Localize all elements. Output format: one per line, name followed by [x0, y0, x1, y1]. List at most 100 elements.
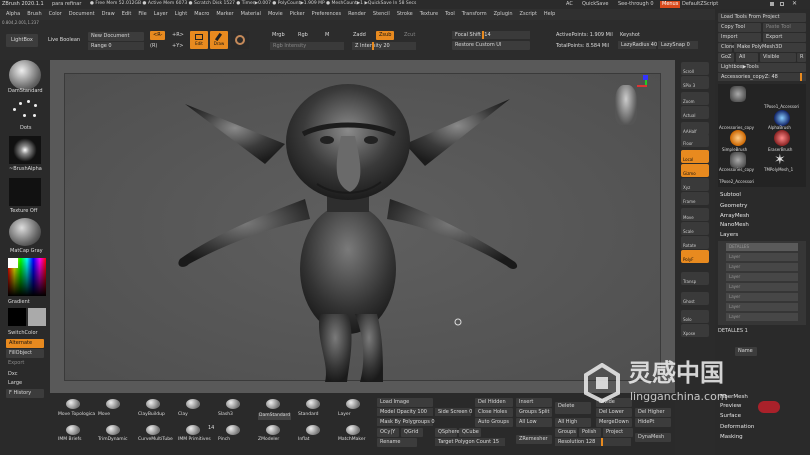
visible-button[interactable]: Visible [760, 53, 796, 62]
brush-icon[interactable] [266, 399, 280, 409]
menu-file[interactable]: File [138, 11, 146, 17]
menu-zscript[interactable]: Zscript [520, 11, 537, 17]
load-image-button[interactable]: Load Image [377, 398, 433, 407]
minimize-icon[interactable] [770, 2, 774, 6]
star-icon[interactable]: ✶ [774, 152, 790, 168]
shelf-ghost-button[interactable]: Ghost [681, 292, 709, 305]
brush-move-topologica[interactable]: Move Topologica [58, 412, 95, 418]
menu-brush[interactable]: Brush [27, 11, 41, 17]
zremesher-button[interactable]: ZRemesher [516, 435, 552, 444]
stroke-thumbnail[interactable] [9, 98, 41, 124]
dynamesh-button[interactable]: DynaMesh [635, 433, 671, 442]
alpha-thumbnail[interactable] [9, 136, 41, 164]
brush-icon[interactable] [146, 399, 160, 409]
layer-row[interactable]: Layer [726, 273, 798, 281]
brush-layer[interactable]: Layer [338, 412, 351, 418]
menu-movie[interactable]: Movie [268, 11, 283, 17]
ac-label[interactable]: AC [566, 2, 573, 7]
layers-section[interactable]: Layers [720, 232, 738, 239]
menu-layer[interactable]: Layer [154, 11, 168, 17]
brush-standard[interactable]: Standard [298, 412, 318, 418]
masking-section[interactable]: Masking [720, 434, 743, 441]
brush-claybuildup[interactable]: ClayBuildup [138, 412, 165, 418]
brush-pinch[interactable]: Pinch [218, 437, 230, 443]
range-slider[interactable]: Range 0 [88, 42, 144, 50]
brush-zmodeler[interactable]: ZModeler [258, 437, 279, 443]
keyshot-button[interactable]: Keyshot [620, 33, 640, 38]
shelf-frame-button[interactable]: Frame [681, 192, 709, 205]
hide-pt-button[interactable]: HidePt [635, 418, 671, 427]
shelf-actual-button[interactable]: Actual [681, 106, 709, 119]
close-holes-button[interactable]: Close Holes [475, 408, 513, 417]
y-plus-button[interactable]: +Y> [172, 44, 183, 49]
qsphere-button[interactable]: QSphere [435, 428, 460, 437]
menu-light[interactable]: Light [175, 11, 187, 17]
all-low-button[interactable]: All Low [516, 418, 552, 427]
qcube-button[interactable]: QCube [459, 428, 481, 437]
brush-inflat[interactable]: Inflat [298, 437, 310, 443]
shelf-move-button[interactable]: Move [681, 208, 709, 221]
insert-button[interactable]: Insert [516, 398, 552, 407]
menus-button[interactable]: Menus [660, 1, 681, 8]
subtool-section[interactable]: Subtool [720, 192, 741, 199]
menu-edit[interactable]: Edit [122, 11, 132, 17]
brush-icon[interactable] [266, 425, 280, 435]
brush-damstandard[interactable]: DamStandard [258, 413, 292, 420]
brush-icon[interactable] [346, 425, 360, 435]
shelf-local-button[interactable]: Local [681, 150, 709, 163]
focal-shift-slider[interactable]: Focal Shift -14 [452, 31, 530, 39]
export-tool-button[interactable]: Export [763, 33, 806, 42]
brush-move[interactable]: Move [98, 412, 110, 418]
geometry-section[interactable]: Geometry [720, 203, 747, 210]
polish-button[interactable]: Polish [579, 428, 601, 437]
zadd-button[interactable]: Zadd [353, 33, 366, 38]
layer-row[interactable]: Layer [726, 293, 798, 301]
brush-icon[interactable] [66, 425, 80, 435]
brush-imm-primitives[interactable]: IMM Primitives [178, 437, 211, 443]
axis-gizmo[interactable] [635, 75, 660, 100]
groups-split-button[interactable]: Groups Split [516, 408, 552, 417]
tool-thumb-simple[interactable] [730, 130, 746, 146]
shelf-xpose-button[interactable]: Xpose [681, 324, 709, 337]
menu-help[interactable]: Help [544, 11, 555, 17]
m-button[interactable]: M [325, 33, 329, 38]
copy-tool-button[interactable]: Copy Tool [718, 23, 761, 32]
goz-button[interactable]: GoZ [718, 53, 734, 62]
goblin-model[interactable] [65, 74, 662, 382]
target-polygon-count-slider[interactable]: Target Polygon Count 15 [435, 438, 505, 446]
menu-draw[interactable]: Draw [102, 11, 115, 17]
brush-icon[interactable] [306, 425, 320, 435]
brush-curvemultitube[interactable]: CurveMultiTube [138, 437, 173, 443]
merge-down-button[interactable]: MergeDown [596, 418, 632, 427]
qgrid-button[interactable]: QGrid [401, 428, 423, 437]
brush-icon[interactable] [106, 425, 120, 435]
close-icon[interactable]: ✕ [792, 1, 797, 7]
tool-thumb-eraser[interactable] [774, 130, 790, 146]
shelf-solo-button[interactable]: Solo [681, 310, 709, 323]
dxc-button[interactable]: Dxc [8, 372, 17, 377]
shelf-xyz-button[interactable]: Xyz [681, 178, 709, 191]
resolution-slider[interactable]: Resolution 128 [555, 438, 631, 446]
switch-color-button[interactable]: SwitchColor [8, 331, 38, 336]
scale-button[interactable] [231, 31, 249, 49]
f-history-button[interactable]: F History [6, 389, 44, 398]
brush-slash3[interactable]: Slash3 [218, 412, 233, 418]
menu-transform[interactable]: Transform [462, 11, 487, 17]
menu-color[interactable]: Color [49, 11, 62, 17]
brush-matchmaker[interactable]: MatchMaker [338, 437, 365, 443]
model-opacity-slider[interactable]: Model Opacity 100 [377, 408, 433, 416]
menu-document[interactable]: Document [69, 11, 95, 17]
layer-row[interactable]: Layer [726, 303, 798, 311]
layer-row[interactable]: DETALLES [726, 243, 798, 251]
menu-tool[interactable]: Tool [445, 11, 455, 17]
nanomesh-section[interactable]: NanoMesh [720, 222, 749, 229]
layer-row[interactable]: Layer [726, 313, 798, 321]
mrgb-button[interactable]: Mrgb [272, 33, 285, 38]
zcut-button[interactable]: Zcut [404, 33, 415, 38]
import-button[interactable]: Import [718, 33, 761, 42]
rename-button[interactable]: Rename [377, 438, 417, 447]
shelf-rotate-button[interactable]: Rotate [681, 236, 709, 249]
shelf-scroll-button[interactable]: Scroll [681, 62, 709, 75]
menu-zplugin[interactable]: Zplugin [494, 11, 513, 17]
menu-material[interactable]: Material [241, 11, 261, 17]
